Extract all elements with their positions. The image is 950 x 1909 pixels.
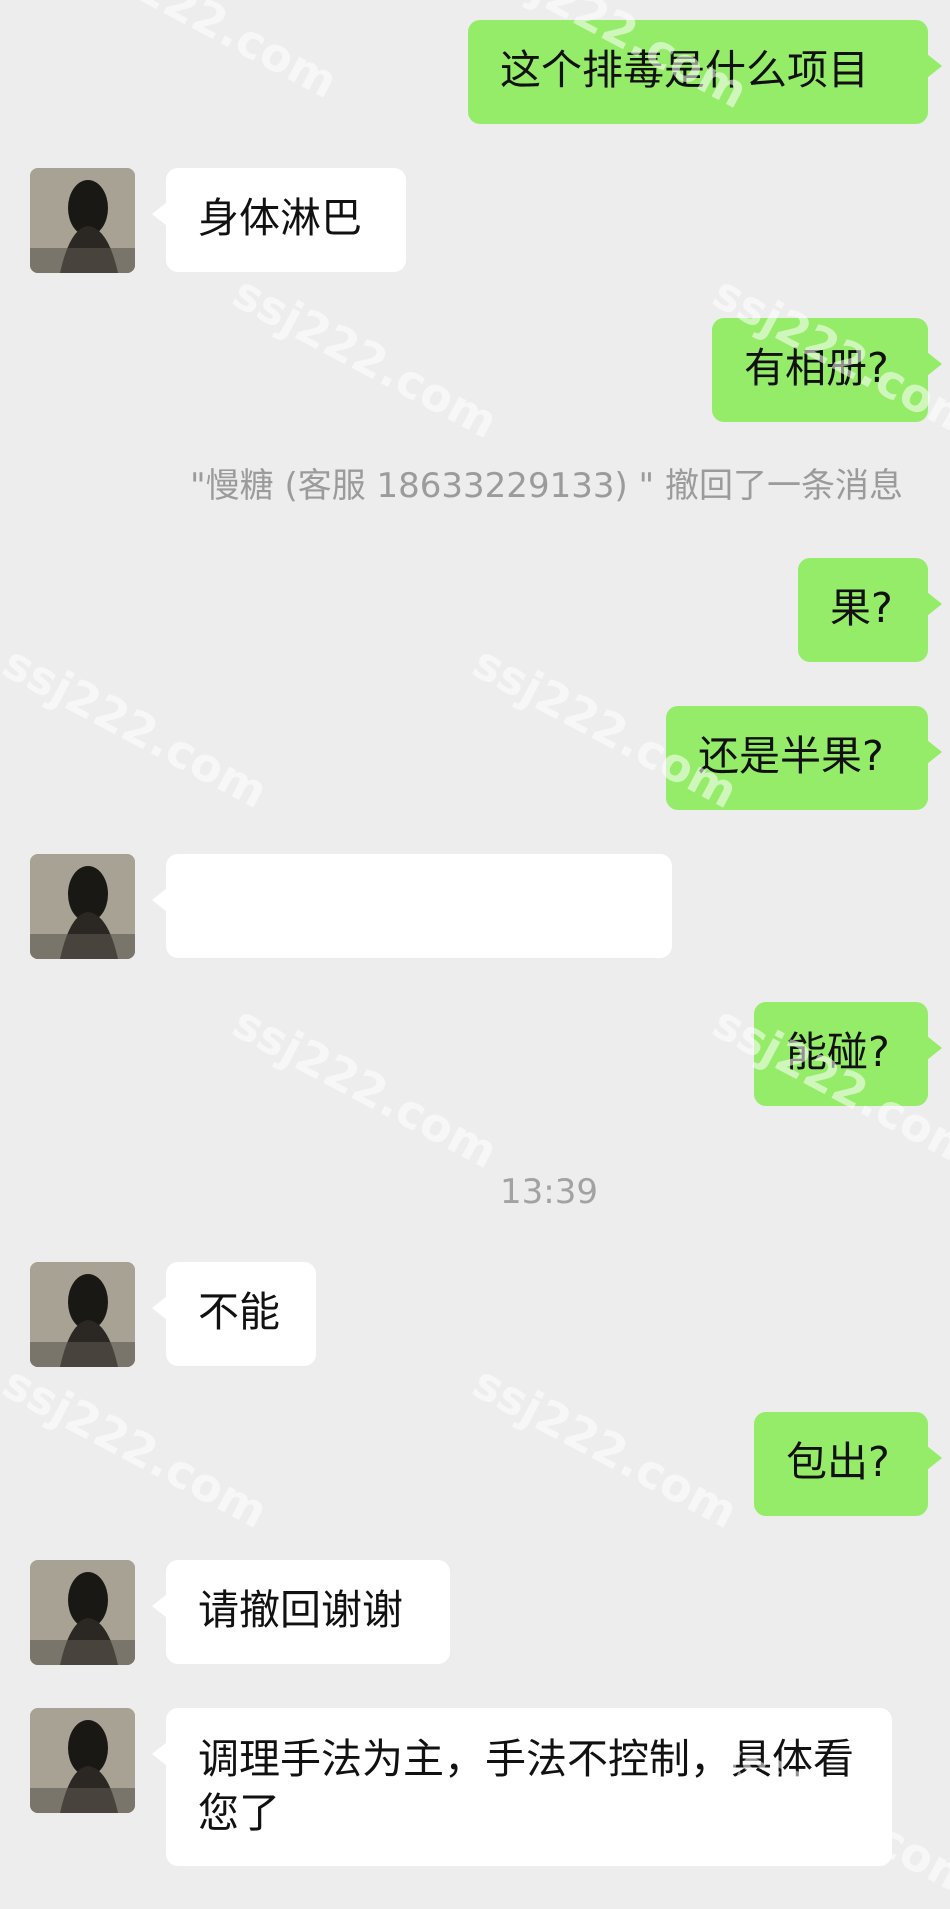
message-text: 请撤回谢谢 <box>198 1586 403 1634</box>
message-bubble-outgoing[interactable]: 果? <box>798 558 942 662</box>
avatar-photo-icon <box>30 1708 135 1813</box>
avatar-photo-icon <box>30 854 135 959</box>
message-text: 还是半果? <box>698 732 884 780</box>
chat-view: 这个排毒是什么项目 身体淋巴 有相册? "慢糖 (客服 18633229133)… <box>0 0 950 1909</box>
recall-notice: "慢糖 (客服 18633229133) " 撤回了一条消息 <box>190 466 903 506</box>
message-bubble-outgoing[interactable]: 还是半果? <box>666 706 942 810</box>
avatar[interactable] <box>30 168 135 273</box>
watermark: ssj222.com <box>0 634 277 820</box>
avatar[interactable] <box>30 1560 135 1665</box>
message-bubble-incoming[interactable]: 身体淋巴 <box>152 168 406 272</box>
message-text: 身体淋巴 <box>198 194 362 242</box>
message-text: 包出? <box>786 1438 890 1486</box>
watermark: ssj222.com <box>464 1354 747 1540</box>
message-text: 这个排毒是什么项目 <box>500 46 869 94</box>
message-bubble-incoming-redacted[interactable] <box>152 854 672 958</box>
message-text: 有相册? <box>744 344 889 392</box>
message-bubble-outgoing[interactable]: 包出? <box>754 1412 942 1516</box>
avatar[interactable] <box>30 1708 135 1813</box>
message-bubble-incoming[interactable]: 不能 <box>152 1262 316 1366</box>
avatar[interactable] <box>30 1262 135 1367</box>
watermark: ssj222.com <box>224 264 507 450</box>
avatar-photo-icon <box>30 1560 135 1665</box>
avatar-photo-icon <box>30 1262 135 1367</box>
avatar[interactable] <box>30 854 135 959</box>
message-bubble-outgoing[interactable]: 能碰? <box>754 1002 942 1106</box>
timestamp: 13:39 <box>500 1172 598 1212</box>
avatar-photo-icon <box>30 168 135 273</box>
message-bubble-incoming[interactable]: 调理手法为主，手法不控制，具体看您了 <box>152 1708 892 1866</box>
message-bubble-outgoing[interactable]: 这个排毒是什么项目 <box>468 20 942 124</box>
message-text: 不能 <box>198 1288 280 1336</box>
message-text: 能碰? <box>786 1028 890 1076</box>
message-bubble-outgoing[interactable]: 有相册? <box>712 318 942 422</box>
watermark: ssj222.com <box>224 994 507 1180</box>
watermark: ssj222.com <box>0 1354 277 1540</box>
message-text: 调理手法为主，手法不控制，具体看您了 <box>198 1735 854 1837</box>
message-text: 果? <box>830 584 893 632</box>
message-bubble-incoming[interactable]: 请撤回谢谢 <box>152 1560 450 1664</box>
watermark: ssj222.com <box>64 0 347 110</box>
